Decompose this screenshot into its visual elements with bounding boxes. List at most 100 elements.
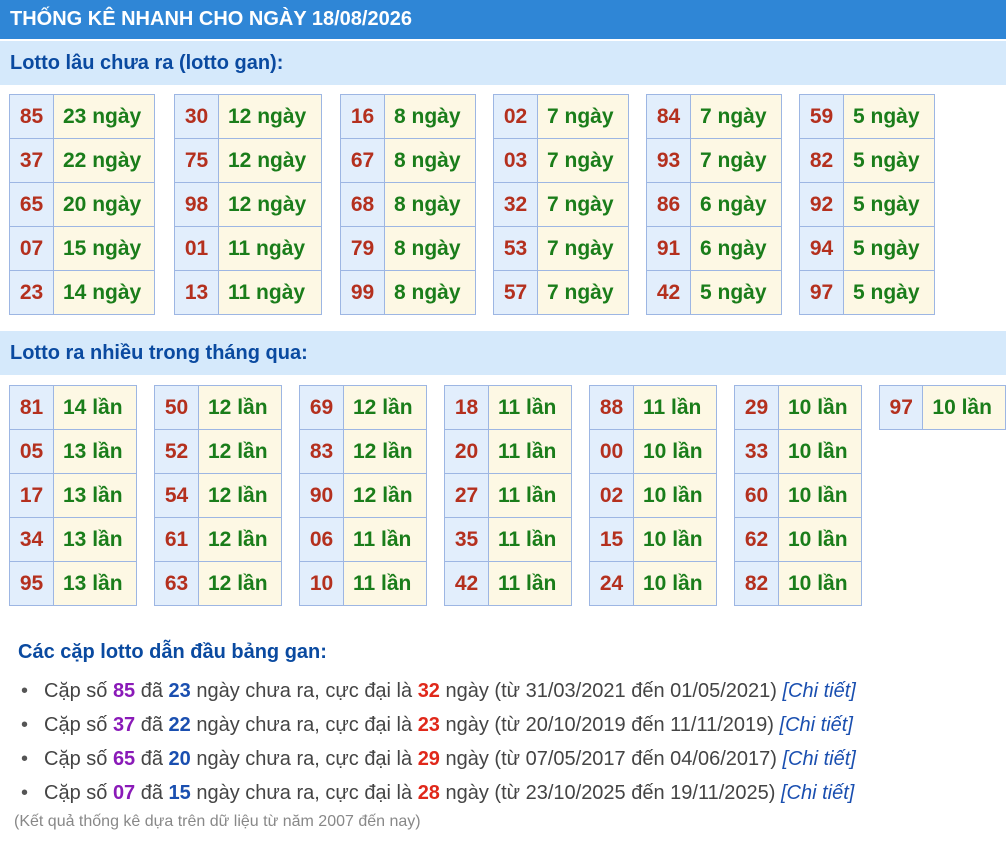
- lotto-number[interactable]: 37: [9, 138, 54, 183]
- lotto-number[interactable]: 42: [444, 561, 489, 606]
- lotto-number[interactable]: 79: [340, 226, 385, 271]
- lotto-number[interactable]: 68: [340, 182, 385, 227]
- lotto-number[interactable]: 97: [878, 385, 924, 430]
- gan-table-5: 84 7 ngày 93 7 ngày 86 6 ngày 91 6 ngày 42 5 …: [646, 94, 782, 315]
- lotto-number[interactable]: 07: [9, 226, 54, 271]
- lotto-number[interactable]: 83: [299, 429, 344, 474]
- gan-table-6: 59 5 ngày 82 5 ngày 92 5 ngày 94 5 ngày 97 5 …: [799, 94, 935, 315]
- table-row: 94 5 ngày: [799, 226, 935, 271]
- lotto-number[interactable]: 81: [9, 385, 54, 430]
- table-row: 95 13 lần: [9, 561, 137, 606]
- lotto-number[interactable]: 15: [589, 517, 634, 562]
- pair-days: 23: [168, 680, 191, 702]
- detail-link[interactable]: [Chi tiết]: [780, 714, 853, 736]
- lotto-number[interactable]: 42: [646, 270, 691, 315]
- table-row: 69 12 lần: [299, 385, 427, 430]
- lotto-number[interactable]: 61: [154, 517, 199, 562]
- pair-days: 20: [168, 748, 191, 770]
- lotto-number[interactable]: 13: [174, 270, 219, 315]
- lotto-number[interactable]: 18: [444, 385, 489, 430]
- lotto-number[interactable]: 34: [9, 517, 54, 562]
- pair-max: 29: [417, 748, 440, 770]
- table-row: 97 10 lần: [878, 385, 1006, 430]
- pair-text: ngày (từ 23/10/2025 đến 19/11/2025): [439, 782, 781, 804]
- lotto-number[interactable]: 17: [9, 473, 54, 518]
- lotto-number[interactable]: 30: [174, 94, 219, 139]
- table-row: 85 23 ngày: [9, 94, 155, 139]
- pair-max: 28: [417, 782, 440, 804]
- lotto-number[interactable]: 88: [589, 385, 634, 430]
- lotto-number[interactable]: 59: [799, 94, 844, 139]
- lotto-number[interactable]: 62: [734, 517, 779, 562]
- days-count: 7 ngày: [537, 226, 629, 271]
- pair-text: đã: [135, 680, 169, 702]
- table-row: 97 5 ngày: [799, 270, 935, 315]
- lotto-number[interactable]: 60: [734, 473, 779, 518]
- lotto-number[interactable]: 95: [9, 561, 54, 606]
- lotto-number[interactable]: 01: [174, 226, 219, 271]
- lotto-number[interactable]: 99: [340, 270, 385, 315]
- lotto-number[interactable]: 82: [734, 561, 779, 606]
- lotto-number[interactable]: 93: [646, 138, 691, 183]
- lotto-number[interactable]: 97: [799, 270, 844, 315]
- lotto-number[interactable]: 57: [493, 270, 538, 315]
- pair-text: ngày chưa ra, cực đại là: [190, 680, 418, 702]
- lotto-number[interactable]: 33: [734, 429, 779, 474]
- lotto-number[interactable]: 65: [9, 182, 54, 227]
- lotto-number[interactable]: 03: [493, 138, 538, 183]
- times-count: 13 lần: [53, 473, 137, 518]
- detail-link[interactable]: [Chi tiết]: [782, 680, 855, 702]
- lotto-number[interactable]: 27: [444, 473, 489, 518]
- days-count: 7 ngày: [537, 182, 629, 227]
- lotto-number[interactable]: 35: [444, 517, 489, 562]
- table-row: 65 20 ngày: [9, 182, 155, 227]
- lotto-number[interactable]: 32: [493, 182, 538, 227]
- lotto-number[interactable]: 92: [799, 182, 844, 227]
- table-row: 23 14 ngày: [9, 270, 155, 315]
- list-item: • Cặp số 85 đã 23 ngày chưa ra, cực đại l…: [21, 676, 856, 710]
- table-row: 00 10 lần: [589, 429, 717, 474]
- table-row: 86 6 ngày: [646, 182, 782, 227]
- lotto-number[interactable]: 86: [646, 182, 691, 227]
- table-row: 98 12 ngày: [174, 182, 322, 227]
- lotto-number[interactable]: 20: [444, 429, 489, 474]
- pair-days: 22: [168, 714, 191, 736]
- lotto-number[interactable]: 52: [154, 429, 199, 474]
- table-row: 92 5 ngày: [799, 182, 935, 227]
- lotto-number[interactable]: 69: [299, 385, 344, 430]
- lotto-number[interactable]: 23: [9, 270, 54, 315]
- lotto-number[interactable]: 02: [493, 94, 538, 139]
- table-row: 82 5 ngày: [799, 138, 935, 183]
- lotto-number[interactable]: 02: [589, 473, 634, 518]
- lotto-number[interactable]: 90: [299, 473, 344, 518]
- lotto-number[interactable]: 75: [174, 138, 219, 183]
- freq-table-1: 81 14 lần 05 13 lần 17 13 lần 34 13 lần 95 13…: [9, 385, 137, 606]
- lotto-number[interactable]: 63: [154, 561, 199, 606]
- lotto-number[interactable]: 82: [799, 138, 844, 183]
- detail-link[interactable]: [Chi tiết]: [781, 782, 854, 804]
- lotto-number[interactable]: 10: [299, 561, 344, 606]
- lotto-number[interactable]: 29: [734, 385, 779, 430]
- lotto-number[interactable]: 67: [340, 138, 385, 183]
- lotto-number[interactable]: 85: [9, 94, 54, 139]
- lotto-number[interactable]: 24: [589, 561, 634, 606]
- detail-link[interactable]: [Chi tiết]: [782, 748, 855, 770]
- lotto-number[interactable]: 06: [299, 517, 344, 562]
- pair-text: ngày chưa ra, cực đại là: [190, 714, 418, 736]
- days-count: 14 ngày: [53, 270, 155, 315]
- days-count: 22 ngày: [53, 138, 155, 183]
- table-row: 63 12 lần: [154, 561, 282, 606]
- lotto-number[interactable]: 94: [799, 226, 844, 271]
- lotto-number[interactable]: 91: [646, 226, 691, 271]
- lotto-number[interactable]: 00: [589, 429, 634, 474]
- lotto-number[interactable]: 98: [174, 182, 219, 227]
- table-row: 10 11 lần: [299, 561, 427, 606]
- lotto-number[interactable]: 16: [340, 94, 385, 139]
- lotto-number[interactable]: 53: [493, 226, 538, 271]
- times-count: 11 lần: [488, 561, 572, 606]
- lotto-number[interactable]: 05: [9, 429, 54, 474]
- table-row: 33 10 lần: [734, 429, 862, 474]
- lotto-number[interactable]: 84: [646, 94, 691, 139]
- lotto-number[interactable]: 50: [154, 385, 199, 430]
- lotto-number[interactable]: 54: [154, 473, 199, 518]
